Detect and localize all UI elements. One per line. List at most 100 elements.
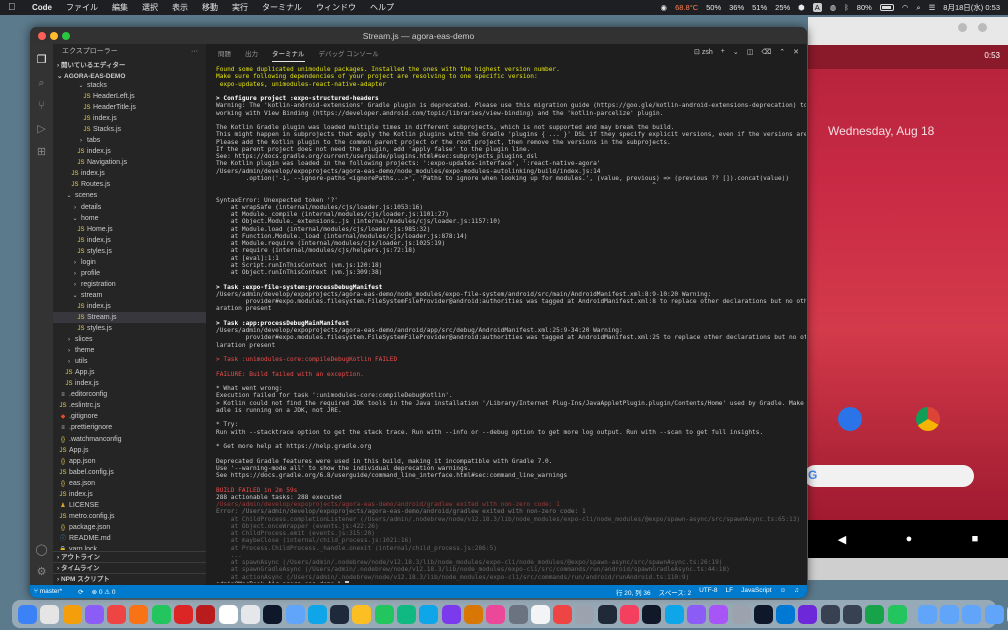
podcasts-icon[interactable] xyxy=(575,604,595,624)
reminders-icon[interactable] xyxy=(486,604,506,624)
extensions-icon[interactable]: ⊞ xyxy=(35,146,48,159)
sync-icon[interactable]: ⟳ xyxy=(78,588,83,596)
input-source[interactable]: A xyxy=(812,3,822,12)
tree-item[interactable]: › tabs xyxy=(53,135,206,146)
tree-item[interactable]: ⓘ README.md xyxy=(53,533,206,544)
recents-icon[interactable]: ■ xyxy=(972,533,979,545)
control-center-icon[interactable]: ☰ xyxy=(929,3,936,12)
menu-view[interactable]: 表示 xyxy=(172,2,188,13)
tree-item[interactable]: JS metro.config.js xyxy=(53,511,206,522)
safari-icon[interactable] xyxy=(84,604,104,624)
close-window-button[interactable] xyxy=(38,32,46,40)
search-icon[interactable]: ⌕ xyxy=(35,77,48,90)
tree-item[interactable]: {} package.json xyxy=(53,522,206,533)
battery-percent[interactable]: 80% xyxy=(857,3,872,12)
reeder-icon[interactable] xyxy=(240,604,260,624)
trash-icon[interactable]: ⌫ xyxy=(761,48,771,56)
firefox-icon[interactable] xyxy=(107,604,127,624)
sourcetree-icon[interactable] xyxy=(865,604,885,624)
notion-icon[interactable] xyxy=(218,604,238,624)
siri-icon[interactable]: ◍ xyxy=(830,3,837,12)
tree-item[interactable]: ⌄ stacks xyxy=(53,80,206,91)
vscode-icon[interactable] xyxy=(731,604,751,624)
tree-item[interactable]: ≡ .editorconfig xyxy=(53,389,206,400)
finder-icon[interactable] xyxy=(18,604,37,624)
appletv-icon[interactable] xyxy=(597,604,617,624)
tree-item[interactable]: JS Routes.js xyxy=(53,179,206,190)
back-icon[interactable]: ◀ xyxy=(838,533,846,546)
chevron-down-icon[interactable]: ⌄ xyxy=(733,48,739,56)
split-terminal-icon[interactable]: ◫ xyxy=(747,48,754,56)
tree-item[interactable]: JS styles.js xyxy=(53,323,206,334)
tab-terminal[interactable]: ターミナル xyxy=(272,45,305,62)
settings-icon[interactable] xyxy=(820,604,840,624)
outline-section[interactable]: › アウトライン xyxy=(53,551,206,562)
unity-icon[interactable] xyxy=(263,604,283,624)
emulator-close-button[interactable] xyxy=(978,23,987,32)
tree-item[interactable]: JS Home.js xyxy=(53,224,206,235)
tree-item[interactable]: › registration xyxy=(53,279,206,290)
google-search-bar[interactable]: G xyxy=(804,465,974,487)
tree-item[interactable]: JS babel.config.js xyxy=(53,467,206,478)
tree-item[interactable]: ♟ LICENSE xyxy=(53,500,206,511)
app-menu[interactable]: Code xyxy=(32,3,52,12)
open-editors-section[interactable]: › 開いているエディター xyxy=(53,60,206,71)
tree-item[interactable]: {} eas.json xyxy=(53,478,206,489)
npm-scripts-section[interactable]: › NPM スクリプト xyxy=(53,573,206,584)
tree-item[interactable]: JS index.js xyxy=(53,378,206,389)
home-icon[interactable]: ● xyxy=(906,533,913,545)
tree-item[interactable]: {} .watchmanconfig xyxy=(53,434,206,445)
indentation[interactable]: スペース: 2 xyxy=(659,587,691,597)
emulator-minimize-button[interactable] xyxy=(958,23,967,32)
maximize-panel-icon[interactable]: ⌃ xyxy=(779,48,785,56)
menu-help[interactable]: ヘルプ xyxy=(370,2,394,13)
messages-icon[interactable] xyxy=(330,604,350,624)
menu-edit[interactable]: 編集 xyxy=(112,2,128,13)
tree-item[interactable]: JS index.js xyxy=(53,301,206,312)
menu-file[interactable]: ファイル xyxy=(66,2,98,13)
menu-terminal[interactable]: ターミナル xyxy=(262,2,302,13)
run-debug-icon[interactable]: ▷ xyxy=(35,123,48,136)
facetime-icon[interactable] xyxy=(397,604,417,624)
tab-output[interactable]: 出力 xyxy=(245,45,258,61)
launchpad-icon[interactable] xyxy=(40,604,60,624)
telegram-icon[interactable] xyxy=(307,604,327,624)
menu-selection[interactable]: 選択 xyxy=(142,2,158,13)
tree-item[interactable]: › profile xyxy=(53,268,206,279)
emulator-icon[interactable] xyxy=(887,604,907,624)
terminal-icon[interactable] xyxy=(753,604,773,624)
tree-item[interactable]: › theme xyxy=(53,345,206,356)
colorwheel-icon[interactable]: ◉ xyxy=(661,3,668,12)
new-terminal-icon[interactable]: + xyxy=(721,48,725,56)
filezilla-icon[interactable] xyxy=(642,604,662,624)
timeline-section[interactable]: › タイムライン xyxy=(53,562,206,573)
calendar-icon[interactable] xyxy=(441,604,461,624)
cpu-temp[interactable]: 68.8°C xyxy=(675,3,698,12)
encoding[interactable]: UTF-8 xyxy=(699,587,717,597)
preferences-icon[interactable] xyxy=(842,604,862,624)
tree-item[interactable]: ⌄ stream xyxy=(53,290,206,301)
docker-icon[interactable] xyxy=(798,604,818,624)
chrome-icon[interactable] xyxy=(129,604,149,624)
source-control-icon[interactable]: ⑂ xyxy=(35,100,48,113)
bluetooth-icon[interactable]: ᛒ xyxy=(844,3,849,12)
folder-icon[interactable] xyxy=(984,604,1004,624)
search-icon[interactable]: ⌕ xyxy=(916,3,920,13)
tree-item[interactable]: JS index.js xyxy=(53,489,206,500)
tree-item[interactable]: › utils xyxy=(53,356,206,367)
tree-item[interactable]: JS Stream.js xyxy=(53,311,206,324)
account-icon[interactable]: ◯ xyxy=(35,544,48,557)
xcode-icon[interactable] xyxy=(709,604,729,624)
vivaldi-icon[interactable] xyxy=(196,604,216,624)
tree-item[interactable]: {} app.json xyxy=(53,456,206,467)
tree-item[interactable]: JS .eslintrc.js xyxy=(53,400,206,411)
android-studio-icon[interactable] xyxy=(776,604,796,624)
line-ending[interactable]: LF xyxy=(726,587,734,597)
slack-icon[interactable] xyxy=(352,604,372,624)
shield-icon[interactable]: ⬢ xyxy=(798,3,805,12)
pages-icon[interactable] xyxy=(530,604,550,624)
tree-item[interactable]: ⌄ scenes xyxy=(53,190,206,201)
zoom-icon[interactable] xyxy=(664,604,684,624)
tree-item[interactable]: JS HeaderTitle.js xyxy=(53,102,206,113)
music-icon[interactable] xyxy=(553,604,573,624)
